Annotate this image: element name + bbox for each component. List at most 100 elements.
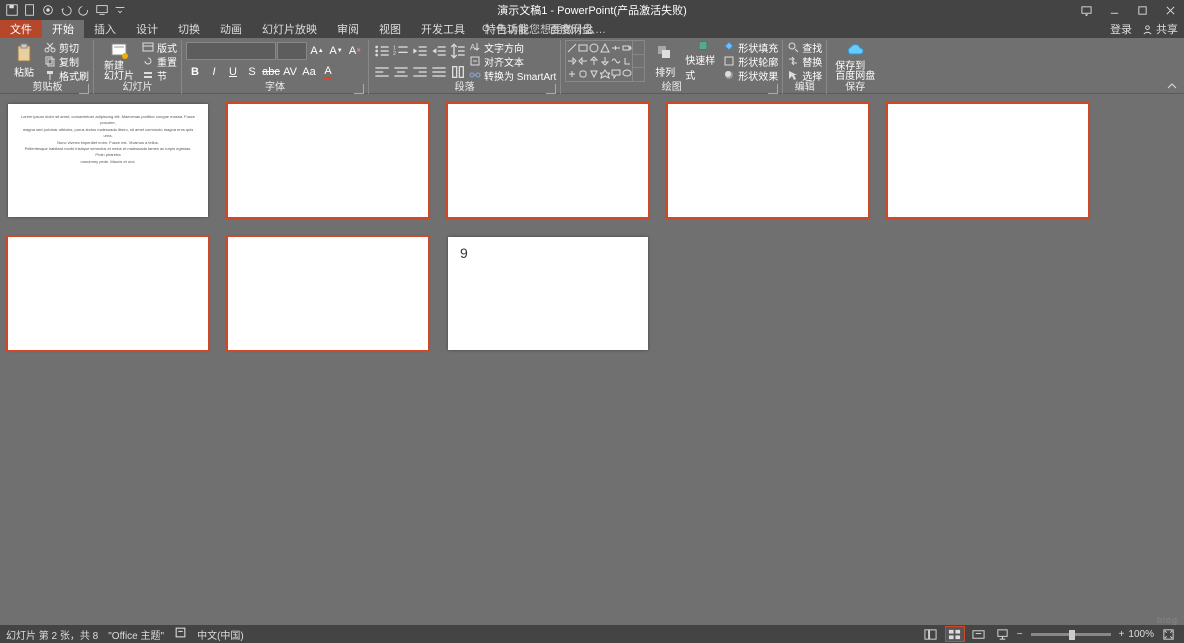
find-button[interactable]: 查找	[787, 40, 822, 54]
status-lang[interactable]: 中文(中国)	[197, 627, 244, 642]
tab-file[interactable]: 文件	[0, 20, 42, 38]
tab-home[interactable]: 开始	[42, 20, 84, 38]
reading-view-icon[interactable]	[969, 626, 989, 642]
decrease-font-icon[interactable]: A▼	[327, 42, 345, 60]
bold-button[interactable]: B	[186, 63, 204, 81]
font-dialog-launcher[interactable]	[354, 84, 364, 94]
smartart-button[interactable]: 转换为 SmartArt	[469, 68, 556, 82]
fit-window-icon[interactable]	[1158, 626, 1178, 642]
increase-font-icon[interactable]: A▲	[308, 42, 326, 60]
charspacing-button[interactable]: AV	[281, 63, 299, 81]
undo-icon[interactable]	[58, 2, 74, 18]
close-icon[interactable]	[1156, 0, 1184, 20]
paste-button[interactable]: 粘贴	[6, 40, 42, 82]
linespacing-button[interactable]	[449, 42, 467, 60]
collapse-ribbon-icon[interactable]	[1166, 79, 1178, 91]
numbering-button[interactable]: 12	[392, 42, 410, 60]
clipboard-dialog-launcher[interactable]	[79, 84, 89, 94]
align-text-button[interactable]: 对齐文本	[469, 54, 556, 68]
section-button[interactable]: 节	[142, 68, 177, 82]
cut-button[interactable]: 剪切	[44, 40, 89, 54]
align-right-button[interactable]	[411, 63, 429, 81]
text-direction-button[interactable]: A文字方向	[469, 40, 556, 54]
slide-thumb-2[interactable]	[228, 104, 428, 217]
shapes-gallery[interactable]	[565, 40, 645, 82]
notes-icon[interactable]	[174, 626, 187, 642]
select-button[interactable]: 选择	[787, 68, 822, 82]
shape-outline-button[interactable]: 形状轮廓	[723, 54, 778, 68]
slide-thumb-8[interactable]: 9	[448, 237, 648, 350]
tell-me[interactable]: 告诉我您想要做什么…	[480, 20, 606, 38]
font-size-combo[interactable]	[277, 42, 307, 60]
decrease-indent-button[interactable]	[411, 42, 429, 60]
tab-animation[interactable]: 动画	[210, 20, 252, 38]
login-link[interactable]: 登录	[1110, 21, 1132, 37]
quickstyle-button[interactable]: 快速样式	[685, 40, 721, 82]
qat-dropdown-icon[interactable]	[112, 2, 128, 18]
gallery-down-icon[interactable]	[633, 55, 644, 69]
underline-button[interactable]: U	[224, 63, 242, 81]
copy-button[interactable]: 复制	[44, 54, 89, 68]
slideshow-icon[interactable]	[94, 2, 110, 18]
tab-transition[interactable]: 切换	[168, 20, 210, 38]
zoom-in-button[interactable]: +	[1119, 629, 1125, 640]
tab-developer[interactable]: 开发工具	[411, 20, 475, 38]
font-name-combo[interactable]	[186, 42, 276, 60]
slide-thumb-4[interactable]	[668, 104, 868, 217]
sorter-view-icon[interactable]	[945, 626, 965, 642]
maximize-icon[interactable]	[1128, 0, 1156, 20]
font-color-button[interactable]: A	[319, 63, 337, 81]
arrange-button[interactable]: 排列	[647, 40, 683, 82]
tab-review[interactable]: 审阅	[327, 20, 369, 38]
new-icon[interactable]	[22, 2, 38, 18]
tab-slideshow[interactable]: 幻灯片放映	[252, 20, 327, 38]
account-area: 登录 共享	[1110, 20, 1178, 38]
strike-button[interactable]: abc	[262, 63, 280, 81]
zoom-level[interactable]: 100%	[1128, 629, 1154, 640]
align-left-button[interactable]	[373, 63, 391, 81]
replace-button[interactable]: 替换	[787, 54, 822, 68]
zoom-slider[interactable]	[1031, 633, 1111, 636]
italic-button[interactable]: I	[205, 63, 223, 81]
touch-icon[interactable]	[40, 2, 56, 18]
increase-indent-button[interactable]	[430, 42, 448, 60]
zoom-out-button[interactable]: −	[1017, 629, 1023, 640]
ribbon-options-icon[interactable]	[1072, 0, 1100, 20]
normal-view-icon[interactable]	[921, 626, 941, 642]
status-theme[interactable]: "Office 主题"	[108, 627, 164, 642]
tab-design[interactable]: 设计	[126, 20, 168, 38]
drawing-dialog-launcher[interactable]	[768, 84, 778, 94]
slide-thumb-5[interactable]	[888, 104, 1088, 217]
layout-button[interactable]: 版式	[142, 40, 177, 54]
new-slide-button[interactable]: 新建 幻灯片	[98, 40, 140, 82]
window-controls	[1072, 0, 1184, 20]
tab-insert[interactable]: 插入	[84, 20, 126, 38]
slide-thumb-7[interactable]	[228, 237, 428, 350]
share-button[interactable]: 共享	[1142, 21, 1178, 37]
shadow-button[interactable]: S	[243, 63, 261, 81]
columns-button[interactable]	[449, 63, 467, 81]
shape-effects-button[interactable]: 形状效果	[723, 68, 778, 82]
gallery-up-icon[interactable]	[633, 41, 644, 55]
gallery-more-icon[interactable]	[633, 68, 644, 81]
redo-icon[interactable]	[76, 2, 92, 18]
slideshow-view-icon[interactable]	[993, 626, 1013, 642]
reset-button[interactable]: 重置	[142, 54, 177, 68]
changecase-button[interactable]: Aa	[300, 63, 318, 81]
slide-thumb-3[interactable]	[448, 104, 648, 217]
slide-sorter[interactable]: Lorem ipsum dolor sit amet, consectetuer…	[0, 94, 1184, 625]
align-center-button[interactable]	[392, 63, 410, 81]
justify-button[interactable]	[430, 63, 448, 81]
slide-thumb-1[interactable]: Lorem ipsum dolor sit amet, consectetuer…	[8, 104, 208, 217]
bullets-button[interactable]	[373, 42, 391, 60]
save-icon[interactable]	[4, 2, 20, 18]
status-slide[interactable]: 幻灯片 第 2 张，共 8	[6, 627, 98, 642]
format-painter-button[interactable]: 格式刷	[44, 68, 89, 82]
tab-view[interactable]: 视图	[369, 20, 411, 38]
slide-thumb-6[interactable]	[8, 237, 208, 350]
minimize-icon[interactable]	[1100, 0, 1128, 20]
save-baidu-button[interactable]: 保存到 百度网盘	[831, 40, 879, 82]
clear-format-icon[interactable]: A✕	[346, 42, 364, 60]
paragraph-dialog-launcher[interactable]	[546, 84, 556, 94]
shape-fill-button[interactable]: 形状填充	[723, 40, 778, 54]
